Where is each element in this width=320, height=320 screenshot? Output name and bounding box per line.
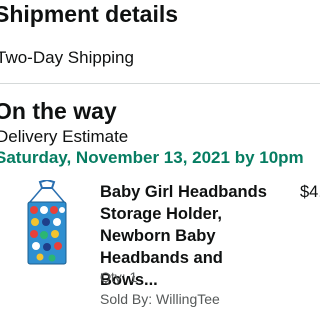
shipping-method: Two-Day Shipping bbox=[0, 48, 134, 67]
section-divider bbox=[0, 83, 320, 84]
delivery-estimate-label: Delivery Estimate bbox=[0, 127, 129, 146]
product-image[interactable] bbox=[22, 178, 72, 270]
shipment-status-heading: On the way bbox=[0, 98, 117, 124]
headband-holder-icon bbox=[27, 178, 67, 265]
delivery-estimate-date: Saturday, November 13, 2021 by 10pm bbox=[0, 148, 304, 167]
order-detail-page: Shipment details Two-Day Shipping On the… bbox=[0, 0, 320, 320]
product-price: $4. bbox=[300, 183, 320, 201]
product-quantity: Qty: 1 bbox=[100, 269, 138, 285]
shipment-details-heading: Shipment details bbox=[0, 1, 179, 27]
product-seller: Sold By: WillingTee bbox=[100, 291, 220, 307]
